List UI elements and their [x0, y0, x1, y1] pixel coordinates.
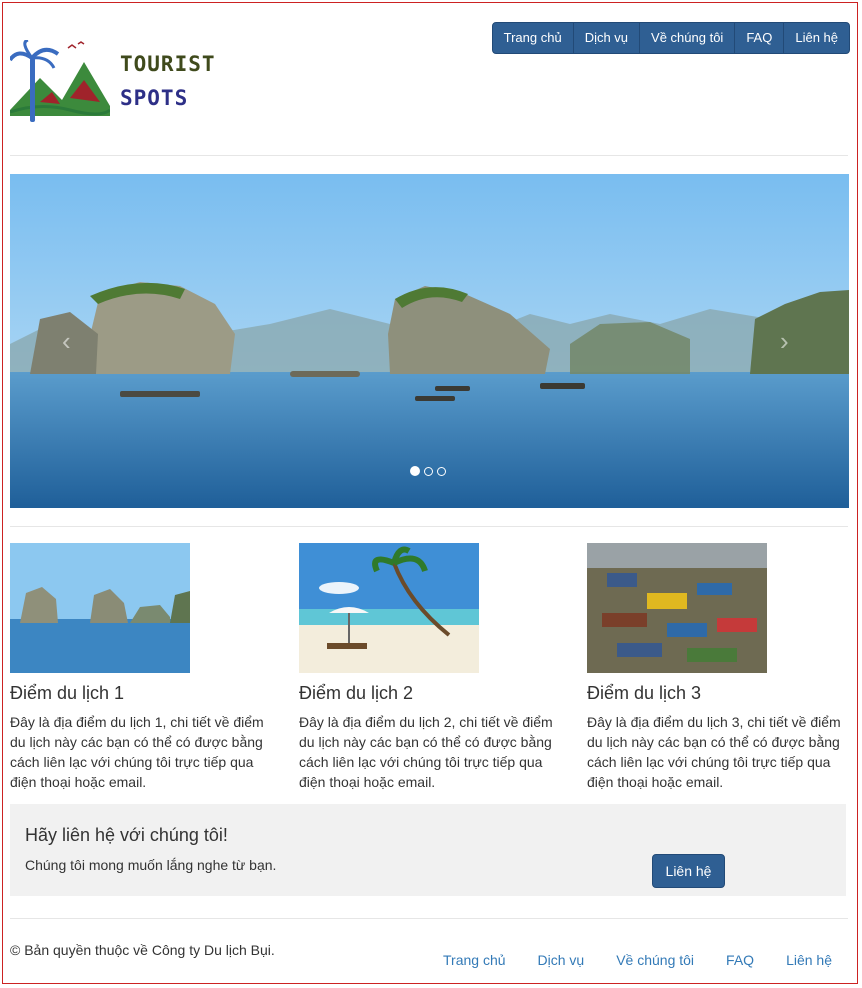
nav-item-about[interactable]: Về chúng tôi	[639, 23, 734, 53]
destination-2-title: Điểm du lịch 2	[299, 683, 414, 703]
header-divider	[10, 155, 848, 156]
carousel-divider	[10, 526, 848, 527]
carousel-prev-icon[interactable]: ‹	[62, 326, 71, 357]
footer-link-contact[interactable]: Liên hệ	[786, 952, 832, 968]
destination-card-2: Điểm du lịch 2 Đây là địa điểm du lịch 2…	[299, 543, 561, 792]
carousel-indicator-2[interactable]	[424, 467, 433, 476]
destination-1-image[interactable]	[10, 543, 190, 673]
nav-item-home[interactable]: Trang chủ	[493, 23, 573, 53]
destination-card-1: Điểm du lịch 1 Đây là địa điểm du lịch 1…	[10, 543, 272, 792]
destination-3-title: Điểm du lịch 3	[587, 683, 702, 703]
footer-navigation: Trang chủ Dịch vụ Về chúng tôi FAQ Liên …	[443, 952, 832, 968]
site-logo[interactable]: TOURIST SPOTS	[8, 38, 215, 126]
contact-panel: Hãy liên hệ với chúng tôi! Chúng tôi mon…	[10, 804, 846, 896]
top-navigation: Trang chủ Dịch vụ Về chúng tôi FAQ Liên …	[491, 22, 850, 54]
contact-button[interactable]: Liên hệ	[652, 854, 725, 888]
destination-2-description: Đây là địa điểm du lịch 2, chi tiết về đ…	[299, 714, 553, 790]
contact-text: Chúng tôi mong muốn lắng nghe từ bạn.	[25, 857, 277, 873]
nav-item-contact[interactable]: Liên hệ	[783, 23, 849, 53]
carousel-next-icon[interactable]: ›	[780, 326, 789, 357]
bay-islands-image	[10, 174, 849, 508]
destination-1-title: Điểm du lịch 1	[10, 683, 125, 703]
footer-link-about[interactable]: Về chúng tôi	[616, 952, 694, 968]
footer-link-services[interactable]: Dịch vụ	[538, 952, 585, 968]
carousel-indicators	[410, 466, 446, 476]
palm-mountain-logo-icon	[8, 38, 111, 122]
footer-link-faq[interactable]: FAQ	[726, 952, 754, 968]
footer-divider	[10, 918, 848, 919]
destination-2-image[interactable]	[299, 543, 479, 673]
destination-1-description: Đây là địa điểm du lịch 1, chi tiết về đ…	[10, 714, 264, 790]
footer-link-home[interactable]: Trang chủ	[443, 952, 506, 968]
nav-item-faq[interactable]: FAQ	[734, 23, 783, 53]
contact-heading: Hãy liên hệ với chúng tôi!	[25, 825, 228, 845]
destination-3-image[interactable]	[587, 543, 767, 673]
destination-card-3: Điểm du lịch 3 Đây là địa điểm du lịch 3…	[587, 543, 849, 792]
nav-item-services[interactable]: Dịch vụ	[572, 23, 639, 53]
logo-text-line1: TOURIST	[120, 52, 216, 76]
logo-text-line2: SPOTS	[120, 86, 189, 110]
copyright-text: © Bản quyền thuộc về Công ty Du lịch Bụi…	[10, 942, 275, 958]
destination-3-description: Đây là địa điểm du lịch 3, chi tiết về đ…	[587, 714, 841, 790]
hero-carousel[interactable]: ‹ ›	[10, 174, 849, 508]
carousel-indicator-3[interactable]	[437, 467, 446, 476]
carousel-indicator-1[interactable]	[410, 466, 420, 476]
